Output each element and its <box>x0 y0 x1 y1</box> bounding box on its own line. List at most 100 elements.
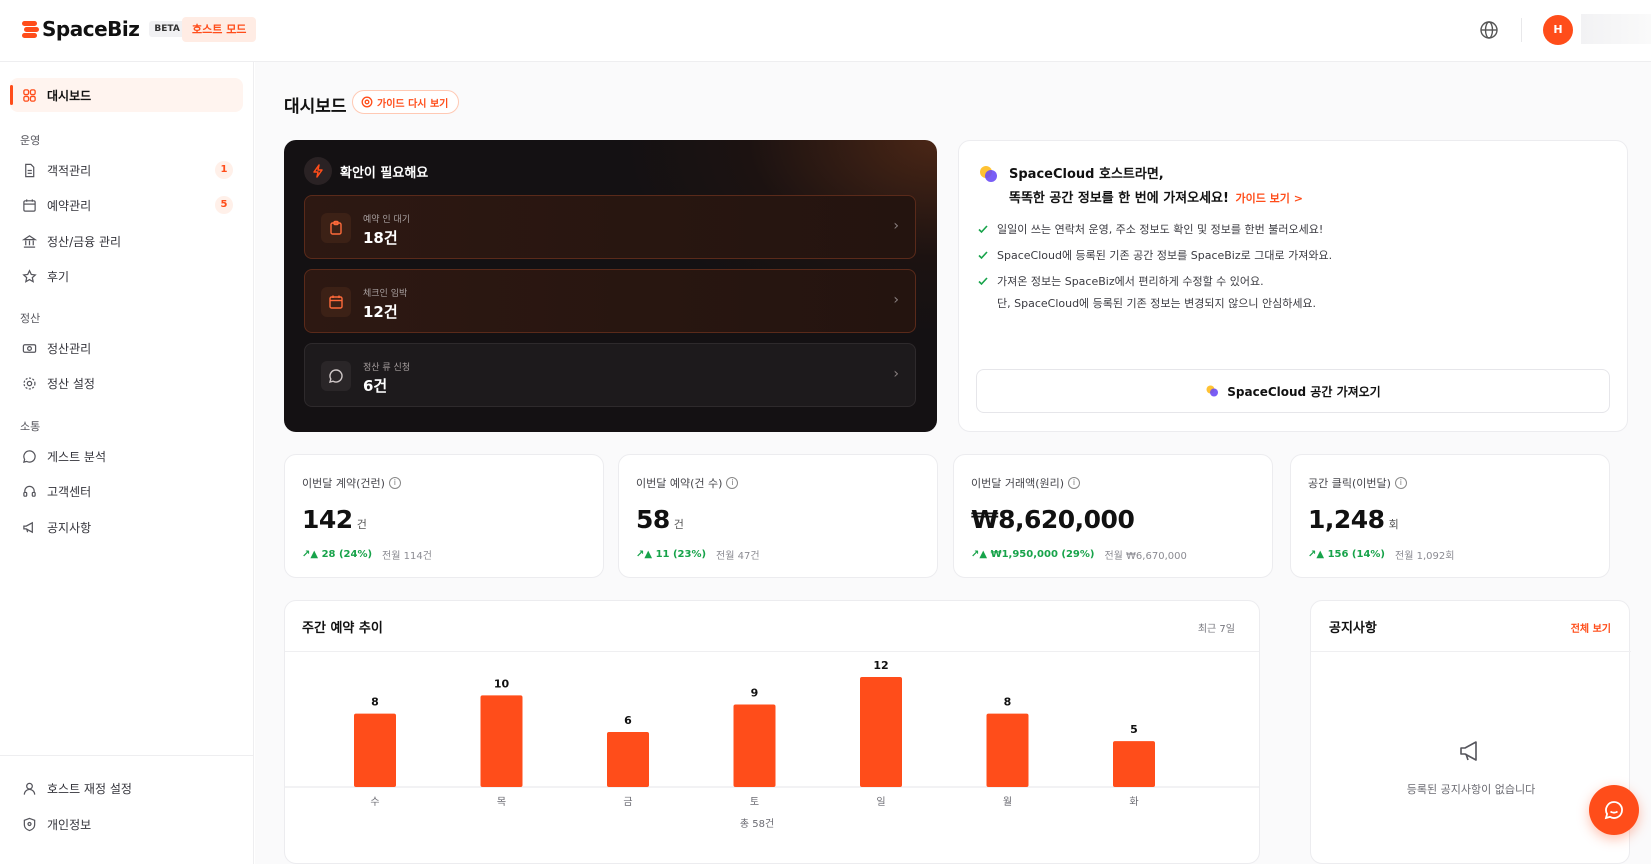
stat-change: 156 (14%) <box>1327 549 1385 560</box>
info-icon[interactable]: i <box>726 477 739 489</box>
spacecloud-title-line2: 똑똑한 공간 정보를 한 번에 가져오세요! 가이드 보기 > <box>1009 187 1303 206</box>
stat-number: ₩8,620,000 <box>971 505 1135 534</box>
sidebar: 대시보드 운영 객적관리 1 예약관리 5 정산/금융 관리 후기 정산 정산관… <box>0 62 254 864</box>
info-icon[interactable]: i <box>1394 477 1407 489</box>
stat-label: 이번달 거래액(원리) i <box>971 475 1081 491</box>
weekly-bookings-card: 주간 예약 추이 최근 7일 8 수 10 목 6 금 9 토 12 일 8 월 5 화 총 58건 <box>284 600 1260 864</box>
stat-value: 142 건 <box>302 505 367 534</box>
top-bar: SpaceBiz BETA 호스트 모드 H <box>0 0 1651 62</box>
stat-label-text: 이번달 계약(건런) <box>302 477 385 490</box>
info-icon[interactable]: i <box>1068 477 1081 489</box>
stat-previous: 전월 ₩6,670,000 <box>1104 551 1187 562</box>
chart-bar[interactable] <box>860 677 902 787</box>
guest-count-badge: 1 <box>215 161 233 179</box>
stat-number: 142 <box>302 505 353 534</box>
gear-icon <box>21 375 37 391</box>
sidebar-item-label: 정산/금융 관리 <box>47 234 122 249</box>
sidebar-item-label: 후기 <box>47 269 70 284</box>
shield-icon <box>21 816 37 832</box>
target-icon <box>361 96 373 108</box>
cash-icon <box>21 340 37 356</box>
row-value: 6건 <box>363 377 388 395</box>
bar-value-label: 10 <box>494 677 510 690</box>
host-mode-badge[interactable]: 호스트 모드 <box>182 17 257 42</box>
sidebar-item-privacy[interactable]: 개인정보 <box>10 807 243 841</box>
stat-value: ₩8,620,000 <box>971 505 1138 534</box>
stat-label-text: 이번달 거래액(원리) <box>971 477 1065 490</box>
sidebar-item-guest[interactable]: 객적관리 1 <box>10 153 243 187</box>
logo[interactable]: SpaceBiz BETA <box>22 17 185 41</box>
sidebar-item-settle-settings[interactable]: 정산 설정 <box>10 366 243 400</box>
stat-card-bookings: 이번달 예약(건 수) i 58 건 ↗▲ 11 (23%) 전월 47건 <box>618 454 938 578</box>
sidebar-item-notices[interactable]: 공지사항 <box>10 510 243 544</box>
guide-replay-button[interactable]: 가이드 다시 보기 <box>352 90 460 114</box>
settlement-request-row[interactable]: 정산 류 신청 6건 › <box>304 343 916 407</box>
sidebar-item-customer-center[interactable]: 고객센터 <box>10 474 243 508</box>
spacecloud-import-button[interactable]: SpaceCloud 공간 가져오기 <box>976 369 1610 413</box>
row-value: 12건 <box>363 303 398 321</box>
chart-bar[interactable] <box>354 713 396 787</box>
stat-change: ₩1,950,000 (29%) <box>990 549 1095 560</box>
notice-divider <box>1311 651 1631 652</box>
pending-approval-row[interactable]: 예약 인 대기 18건 › <box>304 195 916 259</box>
sidebar-item-dashboard[interactable]: 대시보드 <box>10 78 243 112</box>
spacecloud-logo-icon <box>1206 385 1219 397</box>
trend-up-icon: ↗▲ <box>971 549 991 560</box>
chat-bubble-icon <box>21 448 37 464</box>
benefit-text: 일일이 쓰는 연락처 운영, 주소 정보도 확인 및 정보를 한번 불러오세요! <box>997 223 1324 236</box>
action-card-title: 확안이 필요해요 <box>340 165 429 181</box>
stat-value: 1,248 회 <box>1308 505 1399 534</box>
section-operation: 운영 <box>20 134 41 147</box>
sidebar-item-finance[interactable]: 정산/금융 관리 <box>10 224 243 258</box>
chat-support-button[interactable] <box>1589 785 1639 835</box>
sidebar-item-host-account[interactable]: 호스트 재정 설정 <box>10 771 243 805</box>
spacecloud-logo-icon <box>980 166 997 182</box>
checkin-soon-row[interactable]: 체크인 임박 12건 › <box>304 269 916 333</box>
stat-label: 이번달 예약(건 수) i <box>636 475 739 491</box>
section-settlement: 정산 <box>20 312 41 325</box>
sidebar-item-label: 대시보드 <box>47 88 92 103</box>
spacecloud-title-line1: SpaceCloud 호스트라면, <box>1009 167 1164 182</box>
main-content: 대시보드 가이드 다시 보기 확안이 필요해요 예약 인 대기 18건 › 체크… <box>255 62 1651 864</box>
x-tick-label: 화 <box>1129 796 1138 808</box>
row-label: 정산 류 신청 <box>363 363 411 373</box>
sidebar-item-settle-mgmt[interactable]: 정산관리 <box>10 331 243 365</box>
bar-value-label: 9 <box>751 687 759 700</box>
trend-up-icon: ↗▲ <box>302 549 322 560</box>
info-icon[interactable]: i <box>388 477 401 489</box>
sidebar-item-label: 호스트 재정 설정 <box>47 781 132 796</box>
chart-bar[interactable] <box>733 704 776 788</box>
user-icon <box>21 780 37 796</box>
notice-card: 공지사항 전체 보기 등록된 공지사항이 없습니다 <box>1310 600 1631 864</box>
chart-range-label[interactable]: 최근 7일 <box>1198 620 1235 635</box>
sidebar-item-booking[interactable]: 예약관리 5 <box>10 188 243 222</box>
sidebar-item-label: 정산관리 <box>47 341 92 356</box>
sidebar-item-reviews[interactable]: 후기 <box>10 259 243 293</box>
sidebar-item-guest-analysis[interactable]: 게스트 분석 <box>10 439 243 473</box>
stat-previous: 전월 1,092회 <box>1395 551 1455 562</box>
chart-bar[interactable] <box>480 695 523 787</box>
stat-change: 28 (24%) <box>321 549 373 560</box>
chat-bubble-icon <box>321 361 351 391</box>
chart-bar[interactable] <box>607 732 649 787</box>
chart-bar[interactable] <box>986 713 1029 787</box>
chevron-right-icon: › <box>893 292 899 308</box>
stat-label: 공간 클릭(이번달) i <box>1308 475 1407 491</box>
stat-label: 이번달 계약(건런) i <box>302 475 401 491</box>
spacecloud-guide-link[interactable]: 가이드 보기 > <box>1235 192 1302 205</box>
megaphone-icon <box>1460 741 1477 761</box>
notice-view-all-link[interactable]: 전체 보기 <box>1571 620 1611 635</box>
avatar-name-placeholder[interactable] <box>1581 14 1651 44</box>
x-tick-label: 금 <box>623 796 632 808</box>
sidebar-item-label: 예약관리 <box>47 198 92 213</box>
spacecloud-note: 단, SpaceCloud에 등록된 기존 정보는 변경되지 않으니 안심하세요… <box>997 297 1317 310</box>
trend-up-icon: ↗▲ <box>636 549 656 560</box>
benefit-text: 가져온 정보는 SpaceBiz에서 편리하게 수정할 수 있어요. <box>997 275 1264 288</box>
bar-value-label: 8 <box>1004 696 1012 709</box>
chart-bar[interactable] <box>1113 741 1155 787</box>
stat-footer: ↗▲ 156 (14%) 전월 1,092회 <box>1308 547 1454 562</box>
avatar[interactable]: H <box>1543 15 1573 45</box>
globe-icon[interactable] <box>1479 20 1499 40</box>
chart-title: 주간 예약 추이 <box>302 621 383 636</box>
megaphone-icon <box>21 519 37 535</box>
